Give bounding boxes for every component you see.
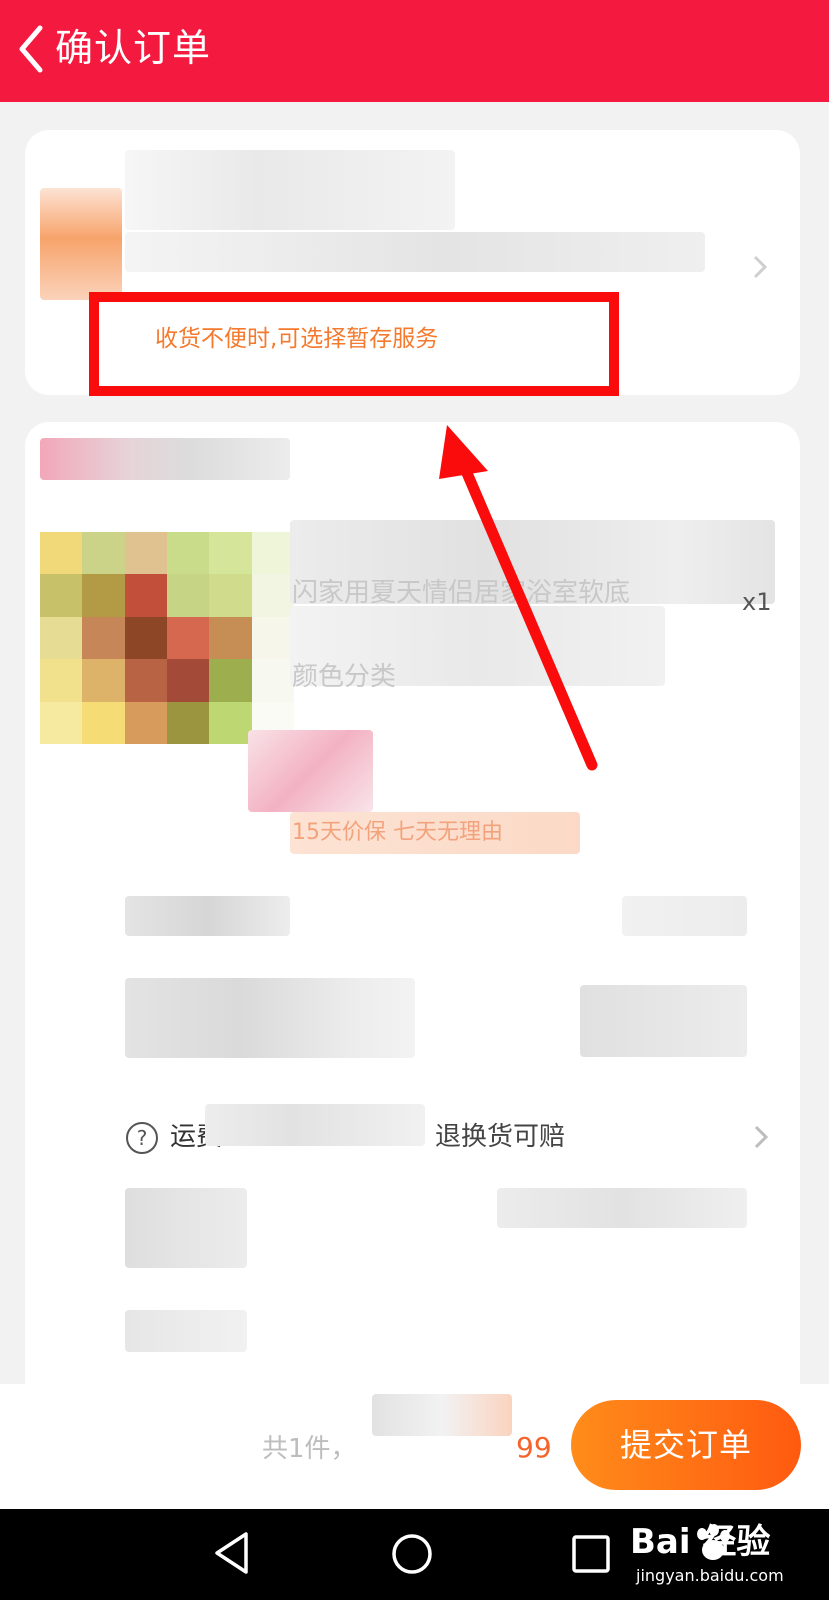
product-spec-faint: 颜色分类 (292, 662, 397, 692)
nav-recent-icon[interactable] (571, 1534, 611, 1574)
nav-back-icon[interactable] (212, 1530, 252, 1576)
service-tags-faint: 15天价保 七天无理由 (292, 820, 503, 845)
option-row-3-mosaic (125, 1188, 247, 1268)
page-title: 确认订单 (55, 26, 212, 70)
option-row-4-mosaic (125, 1310, 247, 1352)
freight-chevron-icon[interactable] (752, 1122, 770, 1152)
product-image[interactable] (40, 532, 294, 744)
annotation-highlight-box (89, 292, 619, 396)
product-name-faint: 闪家用夏天情侣居家浴室软底 (292, 578, 631, 608)
back-chevron-icon[interactable] (14, 24, 48, 74)
submit-order-button[interactable]: 提交订单 (571, 1400, 801, 1490)
quantity-label: x1 (742, 588, 772, 616)
app-header: 确认订单 (0, 0, 829, 102)
freight-insurance-mosaic (205, 1104, 425, 1146)
option-row-3-value-mosaic (497, 1188, 747, 1228)
watermark-site: jingyan.baidu.com (636, 1566, 784, 1585)
address-line-mosaic (125, 232, 705, 272)
option-row-2-value-mosaic (580, 985, 747, 1057)
address-name-mosaic (125, 150, 455, 230)
price-mosaic (248, 730, 373, 812)
baidu-jingyan-watermark: Bai 经验 jingyan.baidu.com (630, 1522, 820, 1592)
address-chevron-icon[interactable] (750, 252, 770, 282)
total-price-mosaic (372, 1394, 512, 1436)
option-row-1-mosaic (125, 896, 290, 936)
shop-name-mosaic (40, 438, 290, 480)
nav-home-icon[interactable] (390, 1532, 434, 1576)
question-circle-icon[interactable]: ? (126, 1122, 158, 1154)
option-row-1-value-mosaic (622, 896, 747, 936)
total-count-label: 共1件， (262, 1434, 357, 1464)
address-avatar-mosaic (40, 188, 122, 300)
paw-icon (697, 1524, 730, 1560)
total-price-tail: 99 (516, 1431, 552, 1464)
option-row-2-mosaic (125, 978, 415, 1058)
freight-insurance-desc: 退换货可赔 (435, 1122, 566, 1152)
